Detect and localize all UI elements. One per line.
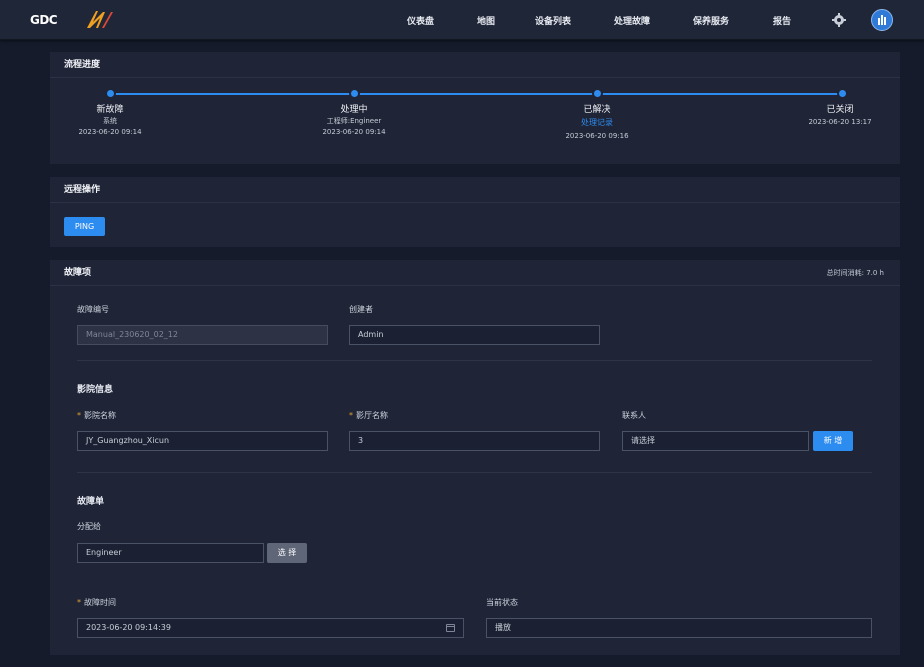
calendar-icon[interactable] xyxy=(446,624,455,632)
nav-maintenance[interactable]: 保养服务 xyxy=(693,14,729,27)
fault-number-label: 故障编号 xyxy=(77,305,109,314)
fault-time-label: * 故障时间 xyxy=(77,598,116,607)
contact-label: 联系人 xyxy=(622,411,646,420)
process-progress-panel: 流程进度 新故障 系统 2023-06-20 09:14 处理中 工程师:Eng… xyxy=(50,52,900,164)
remote-operation-panel: 远程操作 PING xyxy=(50,177,900,247)
creator-field[interactable]: Admin xyxy=(349,325,600,345)
top-navigation-bar: GDC 仪表盘 地图 设备列表 处理故障 保养服务 报告 xyxy=(0,0,924,40)
step-time: 2023-06-20 09:14 xyxy=(78,128,142,136)
total-time-consumed: 总时间消耗: 7.0 h xyxy=(826,269,884,277)
step-closed: 已关闭 2023-06-20 13:17 xyxy=(780,104,900,128)
step-new: 新故障 系统 2023-06-20 09:14 xyxy=(50,104,170,138)
fault-item-title-text: 故障项 xyxy=(64,268,92,278)
user-avatar-icon[interactable] xyxy=(871,9,893,31)
divider xyxy=(77,360,872,361)
assign-to-label: 分配给 xyxy=(77,522,101,531)
step-title: 新故障 xyxy=(96,105,124,115)
step-title: 已关闭 xyxy=(826,105,854,115)
add-contact-button[interactable]: 新 增 xyxy=(813,431,853,451)
step-time: 2023-06-20 09:16 xyxy=(565,132,629,140)
contact-select[interactable]: 请选择 xyxy=(622,431,809,451)
step-dot-processing xyxy=(351,90,358,97)
building-icon xyxy=(878,15,886,25)
ping-button[interactable]: PING xyxy=(64,217,105,236)
cinema-name-label: * 影院名称 xyxy=(77,411,116,420)
cinema-info-section-title: 影院信息 xyxy=(77,385,114,395)
select-assignee-button[interactable]: 选 择 xyxy=(267,543,307,563)
nav-reports[interactable]: 报告 xyxy=(773,14,791,27)
ticket-section-title: 故障单 xyxy=(77,497,105,507)
nav-map[interactable]: 地图 xyxy=(477,14,495,27)
fault-number-field: Manual_230620_02_12 xyxy=(77,325,328,345)
fault-item-title: 故障项 总时间消耗: 7.0 h xyxy=(50,260,900,286)
creator-label: 创建者 xyxy=(349,305,373,314)
gear-icon[interactable] xyxy=(831,12,847,28)
brand-mark-icon[interactable] xyxy=(84,8,116,32)
current-status-label: 当前状态 xyxy=(486,598,518,607)
step-dot-resolved xyxy=(594,90,601,97)
hall-name-field[interactable]: 3 xyxy=(349,431,600,451)
step-title: 已解决 xyxy=(583,105,611,115)
nav-dashboard[interactable]: 仪表盘 xyxy=(407,14,434,27)
step-actor: 系统 xyxy=(103,117,117,125)
hall-name-label: * 影厅名称 xyxy=(349,411,388,420)
cinema-name-field[interactable]: JY_Guangzhou_Xicun xyxy=(77,431,328,451)
step-title: 处理中 xyxy=(340,105,368,115)
step-time: 2023-06-20 13:17 xyxy=(808,118,872,126)
step-actor: 工程师:Engineer xyxy=(326,117,382,125)
nav-device-list[interactable]: 设备列表 xyxy=(535,14,571,27)
fault-item-panel: 故障项 总时间消耗: 7.0 h 故障编号 Manual_230620_02_1… xyxy=(50,260,900,655)
divider xyxy=(77,472,872,473)
fault-time-value: 2023-06-20 09:14:39 xyxy=(86,623,171,632)
step-dot-closed xyxy=(839,90,846,97)
handling-record-link[interactable]: 处理记录 xyxy=(537,116,657,130)
step-dot-new xyxy=(107,90,114,97)
step-time: 2023-06-20 09:14 xyxy=(322,128,386,136)
progress-line xyxy=(110,93,842,95)
gdc-logo-text: GDC xyxy=(30,13,58,27)
gdc-logo[interactable]: GDC xyxy=(30,10,62,30)
fault-time-picker[interactable]: 2023-06-20 09:14:39 xyxy=(77,618,464,638)
step-resolved: 已解决 处理记录 2023-06-20 09:16 xyxy=(537,104,657,142)
remote-operation-title: 远程操作 xyxy=(50,177,900,203)
nav-handle-fault[interactable]: 处理故障 xyxy=(614,14,650,27)
step-processing: 处理中 工程师:Engineer 2023-06-20 09:14 xyxy=(294,104,414,138)
process-progress-title: 流程进度 xyxy=(50,52,900,78)
assignee-field[interactable]: Engineer xyxy=(77,543,264,563)
current-status-field[interactable]: 播放 xyxy=(486,618,872,638)
